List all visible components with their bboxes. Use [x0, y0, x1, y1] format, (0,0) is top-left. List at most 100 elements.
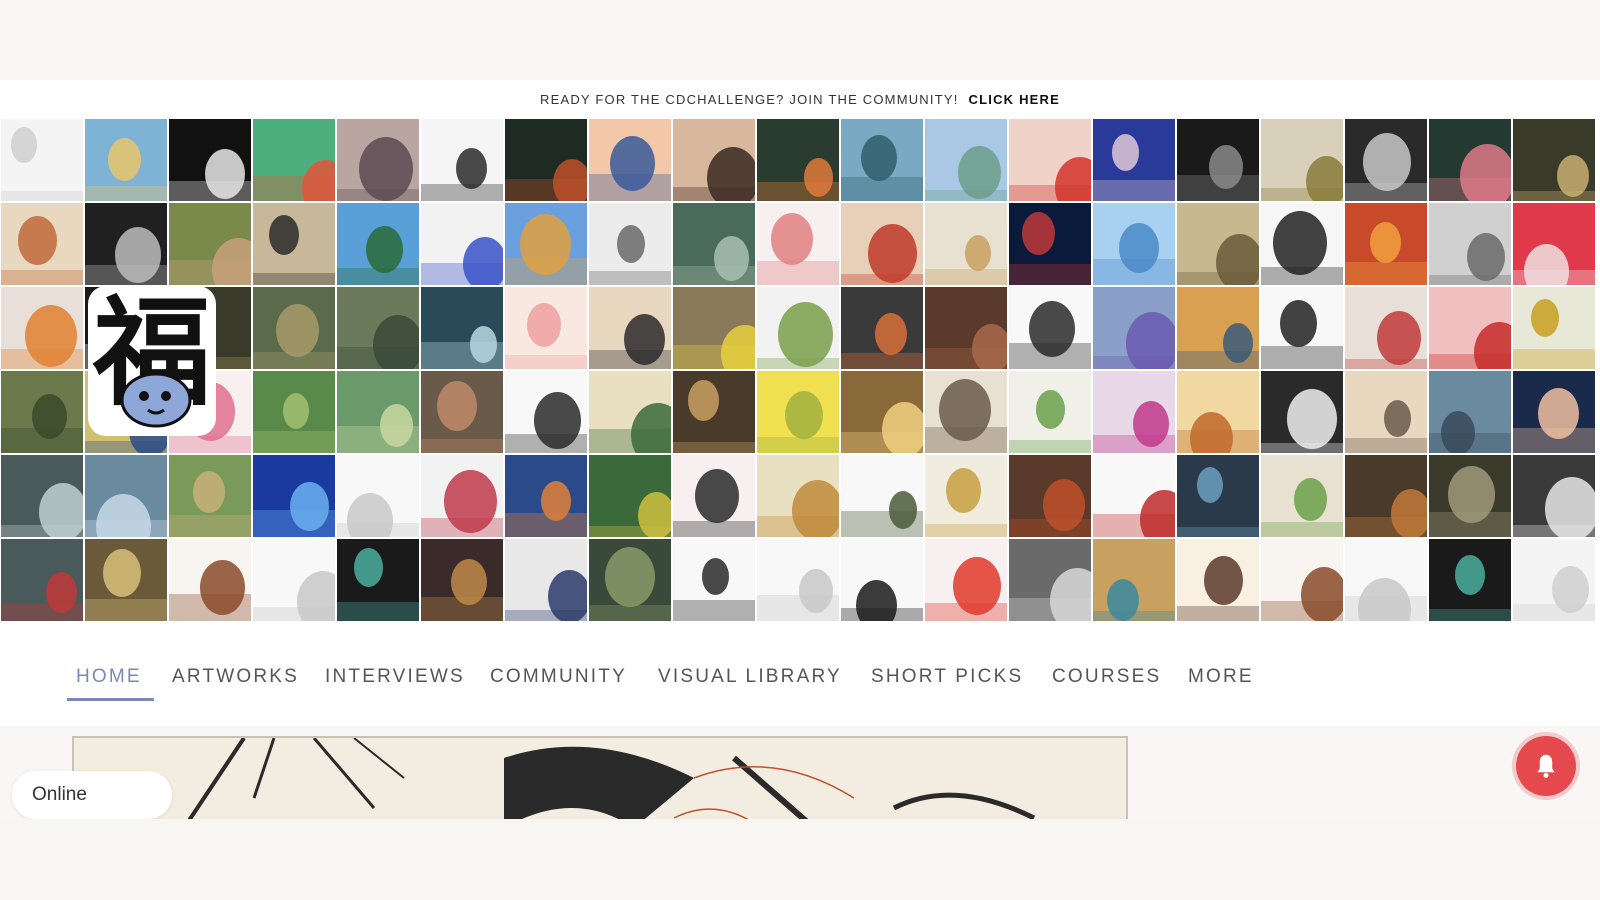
artwork-thumbnail[interactable] [505, 371, 587, 453]
artwork-thumbnail[interactable] [1261, 539, 1343, 621]
nav-tab-visual-library[interactable]: VISUAL LIBRARY [658, 666, 842, 688]
artwork-thumbnail[interactable] [421, 455, 503, 537]
artwork-thumbnail[interactable] [421, 203, 503, 285]
artwork-thumbnail[interactable] [337, 287, 419, 369]
artwork-thumbnail[interactable] [589, 539, 671, 621]
artwork-thumbnail[interactable] [925, 203, 1007, 285]
artwork-thumbnail[interactable] [1009, 455, 1091, 537]
artwork-thumbnail[interactable] [169, 119, 251, 201]
artwork-thumbnail[interactable] [673, 119, 755, 201]
artwork-thumbnail[interactable] [1513, 203, 1595, 285]
artwork-thumbnail[interactable] [673, 203, 755, 285]
artwork-thumbnail[interactable] [1177, 203, 1259, 285]
artwork-thumbnail[interactable] [1009, 203, 1091, 285]
artwork-thumbnail[interactable] [1177, 455, 1259, 537]
artwork-thumbnail[interactable] [1093, 287, 1175, 369]
artwork-thumbnail[interactable] [925, 119, 1007, 201]
artwork-thumbnail[interactable] [925, 371, 1007, 453]
artwork-thumbnail[interactable] [1177, 287, 1259, 369]
artwork-thumbnail[interactable] [925, 455, 1007, 537]
artwork-thumbnail[interactable] [253, 539, 335, 621]
artwork-thumbnail[interactable] [589, 119, 671, 201]
artwork-thumbnail[interactable] [925, 287, 1007, 369]
artwork-thumbnail[interactable] [337, 119, 419, 201]
artwork-thumbnail[interactable] [1177, 539, 1259, 621]
artwork-thumbnail[interactable] [841, 455, 923, 537]
notification-bell-button[interactable] [1516, 736, 1576, 796]
nav-tab-more[interactable]: MORE [1188, 666, 1254, 688]
artwork-thumbnail[interactable] [85, 539, 167, 621]
artwork-thumbnail[interactable] [841, 119, 923, 201]
artwork-thumbnail[interactable] [757, 371, 839, 453]
artwork-thumbnail[interactable] [1513, 371, 1595, 453]
artwork-thumbnail[interactable] [1, 539, 83, 621]
artwork-thumbnail[interactable] [1, 119, 83, 201]
artwork-thumbnail[interactable] [589, 455, 671, 537]
nav-tab-home[interactable]: HOME [76, 666, 142, 688]
artwork-thumbnail[interactable] [757, 203, 839, 285]
artwork-thumbnail[interactable] [757, 119, 839, 201]
artwork-thumbnail[interactable] [1513, 539, 1595, 621]
artwork-thumbnail[interactable] [421, 119, 503, 201]
artwork-thumbnail[interactable] [1429, 203, 1511, 285]
artwork-thumbnail[interactable] [1093, 371, 1175, 453]
artwork-thumbnail[interactable] [1261, 119, 1343, 201]
artwork-thumbnail[interactable] [1345, 455, 1427, 537]
artwork-thumbnail[interactable] [169, 539, 251, 621]
artwork-thumbnail[interactable] [1261, 287, 1343, 369]
artwork-thumbnail[interactable] [505, 287, 587, 369]
nav-tab-community[interactable]: COMMUNITY [490, 666, 627, 688]
artwork-thumbnail[interactable] [505, 455, 587, 537]
artwork-thumbnail[interactable] [841, 287, 923, 369]
artwork-thumbnail[interactable] [253, 203, 335, 285]
banner-click-here-link[interactable]: CLICK HERE [969, 92, 1060, 107]
nav-tab-artworks[interactable]: ARTWORKS [172, 666, 299, 688]
artwork-thumbnail[interactable] [1177, 371, 1259, 453]
artwork-thumbnail[interactable] [1345, 203, 1427, 285]
artwork-thumbnail[interactable] [673, 455, 755, 537]
artwork-thumbnail[interactable] [1429, 119, 1511, 201]
artwork-thumbnail[interactable] [1, 287, 83, 369]
artwork-thumbnail[interactable] [337, 539, 419, 621]
nav-tab-courses[interactable]: COURSES [1052, 666, 1161, 688]
artwork-thumbnail[interactable] [1513, 287, 1595, 369]
artwork-thumbnail[interactable] [757, 455, 839, 537]
artwork-thumbnail[interactable] [841, 371, 923, 453]
artwork-thumbnail[interactable] [1177, 119, 1259, 201]
artwork-thumbnail[interactable] [505, 539, 587, 621]
artwork-thumbnail[interactable] [673, 371, 755, 453]
artwork-thumbnail[interactable] [169, 203, 251, 285]
artwork-thumbnail[interactable] [1009, 539, 1091, 621]
artwork-thumbnail[interactable] [1093, 119, 1175, 201]
artwork-thumbnail[interactable] [925, 539, 1007, 621]
artwork-thumbnail[interactable] [589, 371, 671, 453]
artwork-thumbnail[interactable] [673, 287, 755, 369]
artwork-thumbnail[interactable] [505, 119, 587, 201]
artwork-thumbnail[interactable] [1, 371, 83, 453]
artwork-thumbnail[interactable] [1009, 287, 1091, 369]
artwork-thumbnail[interactable] [1093, 203, 1175, 285]
artwork-thumbnail[interactable] [85, 119, 167, 201]
artwork-thumbnail[interactable] [589, 287, 671, 369]
artwork-thumbnail[interactable] [253, 455, 335, 537]
artwork-thumbnail[interactable] [1345, 371, 1427, 453]
artwork-thumbnail[interactable] [1093, 455, 1175, 537]
artwork-thumbnail[interactable] [1093, 539, 1175, 621]
artwork-thumbnail[interactable] [1345, 287, 1427, 369]
artwork-thumbnail[interactable] [253, 371, 335, 453]
artwork-thumbnail[interactable] [421, 539, 503, 621]
artwork-thumbnail[interactable] [1261, 371, 1343, 453]
artwork-thumbnail[interactable] [505, 203, 587, 285]
artwork-thumbnail[interactable] [841, 539, 923, 621]
artwork-thumbnail[interactable] [1009, 371, 1091, 453]
artwork-thumbnail[interactable] [1, 455, 83, 537]
artwork-thumbnail[interactable] [673, 539, 755, 621]
artwork-thumbnail[interactable] [421, 371, 503, 453]
artwork-thumbnail[interactable] [1009, 119, 1091, 201]
artwork-thumbnail[interactable] [421, 287, 503, 369]
artwork-thumbnail[interactable] [1345, 119, 1427, 201]
artwork-thumbnail[interactable] [757, 287, 839, 369]
artwork-thumbnail[interactable] [85, 203, 167, 285]
artwork-thumbnail[interactable] [841, 203, 923, 285]
artwork-thumbnail[interactable] [1513, 119, 1595, 201]
